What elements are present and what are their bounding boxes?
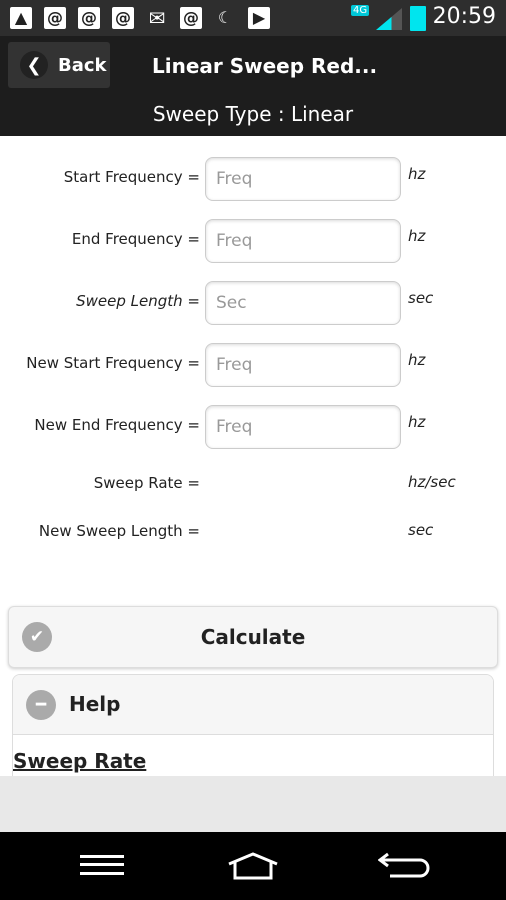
- gmail-icon: ✉: [148, 6, 166, 30]
- field-label: New End Frequency =: [34, 416, 200, 434]
- at-icon: @: [180, 7, 202, 29]
- field-label: New Start Frequency =: [26, 354, 200, 372]
- help-title: Help: [69, 692, 121, 716]
- home-icon[interactable]: [227, 852, 279, 880]
- field-unit: hz: [408, 351, 426, 369]
- new-start-frequency-row: New Start Frequency = hz: [0, 343, 506, 387]
- back-nav-icon[interactable]: [377, 852, 430, 880]
- calculate-button[interactable]: ✔ Calculate: [8, 606, 498, 668]
- new-end-frequency-input[interactable]: [205, 405, 401, 449]
- field-unit: hz: [408, 227, 426, 245]
- back-label: Back: [58, 54, 107, 76]
- help-toggle[interactable]: ━ Help: [13, 675, 493, 735]
- new-sweep-length-row: New Sweep Length = sec: [0, 511, 506, 555]
- at-alert-icon: @: [112, 7, 134, 29]
- sweep-length-input[interactable]: [205, 281, 401, 325]
- play-store-icon: ▶: [248, 7, 270, 29]
- end-frequency-row: End Frequency = hz: [0, 219, 506, 263]
- at-icon: @: [78, 7, 100, 29]
- check-icon: ✔: [22, 622, 52, 652]
- output-label: Sweep Rate =: [93, 474, 200, 492]
- output-unit: sec: [408, 521, 434, 539]
- start-frequency-row: Start Frequency = hz: [0, 157, 506, 201]
- output-unit: hz/sec: [408, 473, 456, 491]
- field-label: Sweep Length =: [76, 292, 200, 310]
- sweep-type: Sweep Type : Linear: [152, 102, 354, 126]
- page-title: Linear Sweep Red...: [152, 54, 378, 78]
- field-label: End Frequency =: [71, 230, 200, 248]
- header: ❮ Back Linear Sweep Red... Sweep Type : …: [0, 36, 506, 136]
- start-frequency-input[interactable]: [205, 157, 401, 201]
- battery-icon: [410, 6, 426, 31]
- status-bar: ▲ @ @ @ ✉ @ ☾ ▶ 4G 20:59: [0, 0, 506, 36]
- footer-bar: [0, 776, 506, 832]
- field-unit: sec: [408, 289, 434, 307]
- new-start-frequency-input[interactable]: [205, 343, 401, 387]
- calculate-label: Calculate: [200, 625, 306, 649]
- sleep-icon: ☾: [217, 8, 233, 27]
- new-end-frequency-row: New End Frequency = hz: [0, 405, 506, 449]
- field-unit: hz: [408, 165, 426, 183]
- minus-icon: ━: [26, 690, 56, 720]
- clock: 20:59: [432, 4, 496, 29]
- output-label: New Sweep Length =: [38, 522, 200, 540]
- image-icon: ▲: [10, 7, 32, 29]
- sweep-rate-row: Sweep Rate = hz/sec: [0, 463, 506, 507]
- at-icon: @: [44, 7, 66, 29]
- network-type: 4G: [351, 5, 370, 16]
- field-unit: hz: [408, 413, 426, 431]
- help-section-title: Sweep Rate: [13, 749, 147, 773]
- back-button[interactable]: ❮ Back: [8, 42, 110, 88]
- chevron-left-icon: ❮: [20, 51, 48, 79]
- end-frequency-input[interactable]: [205, 219, 401, 263]
- sweep-length-row: Sweep Length = sec: [0, 281, 506, 325]
- field-label: Start Frequency =: [63, 168, 200, 186]
- menu-icon[interactable]: [80, 855, 124, 875]
- navigation-bar: [0, 832, 506, 900]
- signal-icon: [376, 8, 402, 30]
